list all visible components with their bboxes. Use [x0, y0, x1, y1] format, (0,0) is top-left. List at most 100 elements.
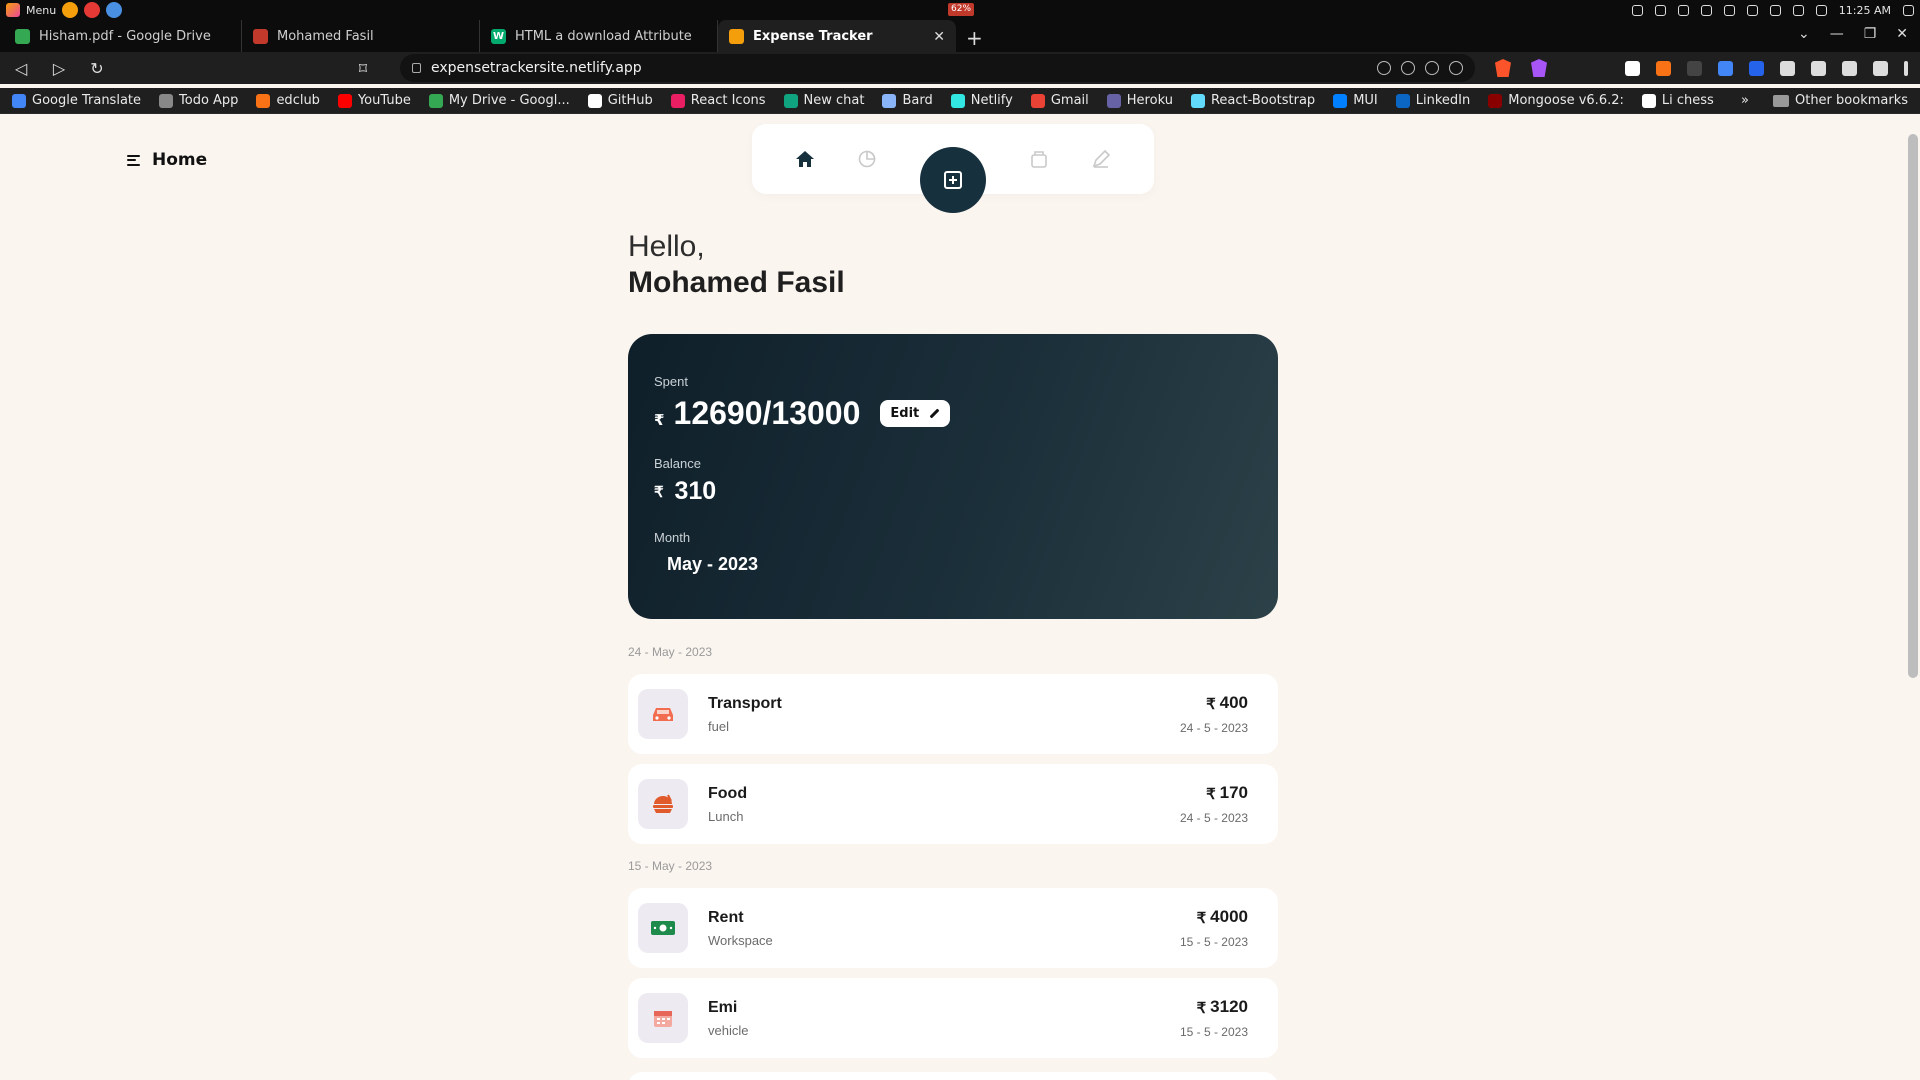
bookmark-item[interactable]: YouTube	[337, 93, 411, 108]
tab-mohamed-fasil[interactable]: Mohamed Fasil	[242, 20, 480, 53]
expense-item[interactable]: Rent Workspace ₹4000 15 - 5 - 2023	[628, 888, 1278, 968]
bookmark-item[interactable]: LinkedIn	[1395, 93, 1471, 108]
bookmarks-overflow-icon[interactable]: »	[1741, 93, 1749, 108]
brave-shields-icon[interactable]	[1495, 59, 1511, 77]
bookmark-label: Li chess	[1661, 93, 1714, 108]
add-expense-button[interactable]	[920, 147, 986, 213]
chart-nav-icon[interactable]	[856, 148, 878, 170]
bookmark-item[interactable]: Heroku	[1106, 93, 1173, 108]
home-nav-icon[interactable]	[794, 148, 816, 170]
expense-date: 24 - 5 - 2023	[1179, 721, 1248, 735]
expense-date: 15 - 5 - 2023	[1179, 935, 1248, 949]
rupee-icon: ₹	[1206, 695, 1216, 713]
puzzle-icon[interactable]	[1780, 60, 1795, 76]
pdf-app-icon[interactable]	[84, 2, 101, 18]
bookmark-favicon-icon	[950, 93, 965, 108]
tab-close-icon[interactable]: ✕	[933, 29, 945, 45]
google-lens-icon[interactable]	[1377, 61, 1391, 75]
bookmark-label: LinkedIn	[1415, 93, 1471, 108]
rupee-icon: ₹	[654, 410, 665, 429]
expense-category: Transport	[708, 694, 782, 712]
bookmark-item[interactable]: MUI	[1333, 93, 1378, 108]
bookmark-favicon-icon	[12, 93, 26, 108]
install-icon[interactable]	[1425, 61, 1439, 75]
os-menu-label[interactable]: Menu	[26, 4, 56, 17]
clock[interactable]: 11:25 AM	[1839, 4, 1891, 17]
date-group-header: 15 - May - 2023	[628, 859, 713, 873]
bookmark-item[interactable]: Mongoose v6.6.2:	[1488, 93, 1624, 108]
tray-clip-icon[interactable]	[1654, 4, 1666, 16]
bookmark-item[interactable]: My Drive - Googl...	[428, 93, 570, 108]
bookmark-favicon-icon	[256, 93, 271, 108]
expense-item-partial[interactable]	[628, 1072, 1278, 1080]
bookmark-favicon-icon	[1030, 93, 1045, 108]
tray-volume-icon[interactable]	[1792, 4, 1804, 16]
bookmark-item[interactable]: New chat	[783, 93, 864, 108]
sidebar-icon[interactable]	[1842, 60, 1857, 76]
rupee-icon: ₹	[1196, 999, 1207, 1017]
bookmark-item[interactable]: Gmail	[1030, 93, 1089, 108]
tray-location-icon[interactable]	[1677, 4, 1689, 16]
tray-bluetooth-icon[interactable]	[1700, 4, 1712, 16]
expense-item[interactable]: Food Lunch ₹170 24 - 5 - 2023	[628, 764, 1278, 844]
other-bookmarks-label: Other bookmarks	[1794, 93, 1908, 108]
bookmark-page-icon[interactable]: ⌑	[354, 59, 372, 78]
bookmark-item[interactable]: Netlify	[950, 93, 1013, 108]
edit-budget-button[interactable]: Edit	[880, 400, 951, 427]
tray-wifi-icon[interactable]	[1815, 4, 1827, 16]
restore-icon[interactable]: ❐	[1864, 26, 1877, 42]
wallet-icon[interactable]	[1873, 60, 1888, 76]
wallet-nav-icon[interactable]	[1028, 148, 1050, 170]
minimize-icon[interactable]: —	[1830, 26, 1844, 42]
rupee-icon: ₹	[1206, 785, 1216, 803]
close-window-icon[interactable]: ✕	[1896, 26, 1908, 42]
lock-icon[interactable]	[412, 63, 421, 73]
forward-icon[interactable]: ▷	[50, 59, 68, 78]
hamburger-menu-icon[interactable]	[127, 154, 140, 166]
tray-clipboard-icon[interactable]	[1723, 4, 1735, 16]
bookmark-favicon-icon	[1333, 93, 1348, 108]
download-icon[interactable]	[1811, 60, 1826, 76]
expense-item[interactable]: Transport fuel ₹400 24 - 5 - 2023	[628, 674, 1278, 754]
other-bookmarks[interactable]: » Other bookmarks	[1741, 93, 1908, 108]
bookmark-item[interactable]: edclub	[256, 93, 320, 108]
expense-item[interactable]: Emi vehicle ₹3120 15 - 5 - 2023	[628, 978, 1278, 1058]
bookmark-item[interactable]: Li chess	[1641, 93, 1714, 108]
bookmark-item[interactable]: React Icons	[670, 93, 766, 108]
window-controls: ⌄ — ❐ ✕	[1798, 26, 1908, 42]
extension-blue-icon[interactable]	[1749, 60, 1764, 76]
key-icon[interactable]	[1401, 61, 1415, 75]
car-icon	[638, 689, 688, 739]
tab-expense-tracker[interactable]: Expense Tracker ✕	[718, 20, 956, 53]
bookmark-item[interactable]: Todo App	[159, 93, 238, 108]
tab-html-download[interactable]: W HTML a download Attribute	[480, 20, 718, 53]
translate-extension-icon[interactable]	[1718, 60, 1733, 76]
bookmark-item[interactable]: React-Bootstrap	[1190, 93, 1315, 108]
extension-dark-icon[interactable]	[1687, 60, 1702, 76]
extension-color-icon[interactable]	[1656, 60, 1671, 76]
address-bar[interactable]: expensetrackersite.netlify.app	[400, 54, 1475, 82]
reload-icon[interactable]: ↻	[88, 59, 106, 78]
os-menu-icon[interactable]	[6, 3, 20, 17]
url-text[interactable]: expensetrackersite.netlify.app	[431, 60, 1367, 76]
scrollbar[interactable]	[1908, 134, 1918, 678]
chrome-app-icon[interactable]	[106, 2, 123, 18]
bookmark-item[interactable]: Bard	[882, 93, 933, 108]
brave-rewards-icon[interactable]	[1531, 59, 1547, 77]
browser-menu-icon[interactable]	[1904, 60, 1908, 76]
brave-app-icon[interactable]	[62, 2, 79, 18]
new-tab-button[interactable]: +	[966, 26, 983, 50]
bookmark-item[interactable]: Google Translate	[12, 93, 141, 108]
tab-google-drive[interactable]: Hisham.pdf - Google Drive	[4, 20, 242, 53]
tray-notes-icon[interactable]	[1903, 4, 1914, 16]
back-icon[interactable]: ◁	[12, 59, 30, 78]
bookmark-item[interactable]: GitHub	[587, 93, 653, 108]
tray-star-icon[interactable]	[1769, 4, 1781, 16]
edit-nav-icon[interactable]	[1090, 148, 1112, 170]
bookmark-label: GitHub	[607, 93, 653, 108]
tray-shield-icon[interactable]	[1746, 4, 1758, 16]
extension-b-icon[interactable]	[1625, 60, 1640, 76]
tab-search-icon[interactable]: ⌄	[1798, 26, 1810, 42]
tray-cloud-icon[interactable]	[1631, 4, 1643, 16]
share-icon[interactable]	[1449, 61, 1463, 75]
